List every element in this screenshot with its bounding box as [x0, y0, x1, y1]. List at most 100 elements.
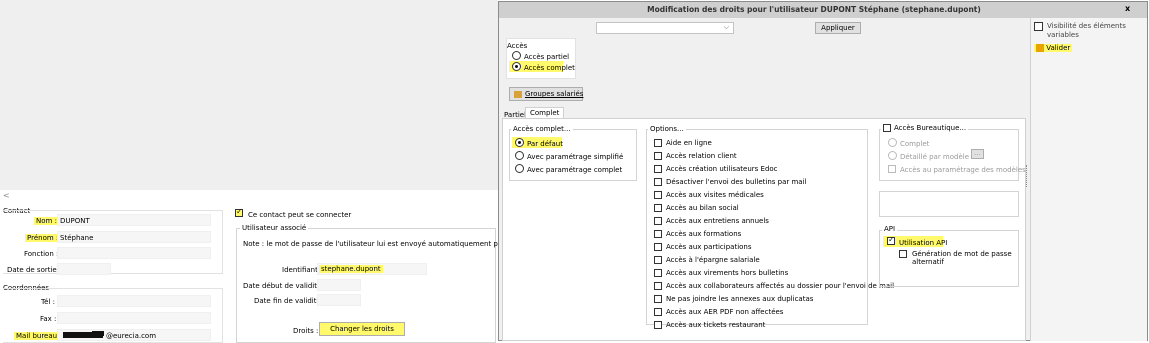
date-sortie-field[interactable] — [57, 263, 111, 275]
user-group-title: Utilisateur associé — [240, 224, 309, 232]
groupes-button[interactable]: Groupes salariés — [509, 87, 583, 101]
option-row[interactable]: Accès aux AER PDF non affectées — [654, 308, 783, 316]
option-row[interactable]: Ne pas joindre les annexes aux duplicata… — [654, 295, 813, 303]
tel-field[interactable] — [57, 295, 211, 307]
dialog-title: Modification des droits pour l'utilisate… — [647, 5, 981, 14]
radio-acces-partiel[interactable] — [512, 51, 521, 60]
user-note: Note : le mot de passe de l'utilisateur … — [243, 240, 525, 248]
valider-label: Valider — [1046, 44, 1071, 52]
droits-label: Droits : — [293, 327, 319, 335]
option-row[interactable]: Accès relation client — [654, 152, 737, 160]
bureautique-complet-label: Complet — [900, 140, 930, 148]
option-label: Accès aux participations — [666, 243, 752, 251]
checkbox-icon — [654, 282, 662, 290]
checkbox-icon — [654, 308, 662, 316]
generation-label-line1: Génération de mot de passe — [912, 250, 1012, 258]
checkbox-icon — [888, 165, 896, 173]
option-label: Accès aux virements hors bulletins — [666, 269, 789, 277]
radio-par-defaut[interactable] — [515, 138, 524, 147]
option-label: Accès aux entretiens annuels — [666, 217, 769, 225]
option-label: Accès aux AER PDF non affectées — [666, 308, 784, 316]
option-row[interactable]: Accès à l'épargne salariale — [654, 256, 760, 264]
fax-field[interactable] — [57, 312, 211, 324]
option-row[interactable]: Accès aux virements hors bulletins — [654, 269, 788, 277]
radio-icon — [512, 62, 521, 71]
radio-detaille[interactable] — [888, 151, 897, 160]
option-label: Accès au bilan social — [666, 204, 739, 212]
checkbox-icon — [654, 165, 662, 173]
parametrage-checkbox[interactable] — [888, 165, 896, 173]
checkbox-icon — [654, 178, 662, 186]
scroll-left-arrow[interactable]: < — [3, 191, 10, 200]
fonction-label: Fonction : — [24, 250, 59, 258]
detaille-button[interactable]: ... — [971, 149, 984, 159]
option-label: Accès aux collaborateurs affectés au dos… — [666, 282, 895, 290]
checkbox-icon — [654, 204, 662, 212]
acces-title: Accès — [507, 42, 528, 50]
option-row[interactable]: Aide en ligne — [654, 139, 712, 147]
checkbox-icon — [654, 321, 662, 329]
visibility-icon — [1034, 22, 1043, 31]
background-grey-area — [0, 0, 498, 190]
top-select[interactable]: ⌵ — [596, 22, 734, 34]
option-row[interactable]: Accès création utilisateurs Edoc — [654, 165, 778, 173]
checkbox-icon — [654, 256, 662, 264]
valider-button[interactable]: Valider — [1034, 44, 1073, 52]
option-label: Accès aux visites médicales — [666, 191, 764, 199]
group-icon — [514, 90, 522, 98]
option-label: Accès aux formations — [666, 230, 742, 238]
connect-checkbox[interactable] — [235, 207, 243, 217]
option-row[interactable]: Accès aux collaborateurs affectés au dos… — [654, 282, 894, 290]
option-row[interactable]: Accès aux visites médicales — [654, 191, 764, 199]
utilisation-api-label: Utilisation API — [899, 239, 948, 247]
checkbox-icon — [654, 230, 662, 238]
nom-label: Nom : — [34, 217, 59, 225]
radio-param-complet[interactable] — [515, 164, 524, 173]
option-row[interactable]: Accès au bilan social — [654, 204, 739, 212]
radio-acces-complet[interactable] — [512, 62, 521, 71]
connect-checkbox-label: Ce contact peut se connecter — [248, 211, 352, 219]
bureautique-title: Accès Bureautique... — [894, 124, 967, 132]
option-row[interactable]: Désactiver l'envoi des bulletins par mai… — [654, 178, 806, 186]
empty-group — [879, 191, 1019, 217]
option-label: Accès à l'épargne salariale — [666, 256, 760, 264]
option-row[interactable]: Accès aux entretiens annuels — [654, 217, 769, 225]
checkbox-icon — [899, 250, 907, 258]
identifiant-value: stephane.dupont — [319, 265, 383, 273]
radio-icon — [888, 151, 897, 160]
nom-value: DUPONT — [60, 217, 90, 225]
radio-icon — [515, 151, 524, 160]
checkbox-icon — [654, 139, 662, 147]
bureautique-checkbox[interactable]: Accès Bureautique... — [881, 124, 969, 132]
option-row[interactable]: Accès aux participations — [654, 243, 752, 251]
prenom-value: Stéphane — [60, 234, 94, 242]
fonction-field[interactable] — [57, 247, 211, 259]
option-label: Aide en ligne — [666, 139, 712, 147]
option-row[interactable]: Accès aux tickets restaurant — [654, 321, 765, 329]
date-debut-field[interactable] — [317, 279, 361, 291]
edit-icon — [1036, 44, 1044, 52]
radio-bureautique-complet[interactable] — [888, 138, 897, 147]
radio-simplifie[interactable] — [515, 151, 524, 160]
acces-partiel-label: Accès partiel — [524, 53, 570, 61]
option-label: Accès création utilisateurs Edoc — [666, 165, 778, 173]
acces-complet-label: Accès complet — [524, 64, 575, 72]
splitter-handle[interactable] — [1026, 165, 1029, 187]
apply-button[interactable]: Appliquer — [815, 22, 861, 34]
date-fin-field[interactable] — [317, 294, 361, 306]
simplifie-label: Avec paramétrage simplifié — [527, 153, 624, 161]
tab-complet[interactable]: Complet — [525, 107, 565, 118]
detaille-label: Détaillé par modèle : — [900, 153, 974, 161]
date-sortie-label: Date de sortie : — [7, 266, 62, 274]
mail-suffix: @eurecia.com — [106, 332, 157, 340]
checkbox-icon — [654, 269, 662, 277]
par-defaut-label: Par défaut — [527, 140, 563, 148]
date-debut-label: Date début de validité : — [243, 282, 326, 290]
param-complet-label: Avec paramétrage complet — [527, 166, 623, 174]
utilisation-api-checkbox[interactable] — [887, 235, 895, 245]
acces-complet-group-title: Accès complet... — [511, 125, 573, 133]
generation-checkbox[interactable] — [899, 250, 907, 258]
close-button[interactable]: x — [1125, 4, 1130, 13]
option-row[interactable]: Accès aux formations — [654, 230, 741, 238]
change-rights-button[interactable]: Changer les droits — [319, 322, 405, 336]
